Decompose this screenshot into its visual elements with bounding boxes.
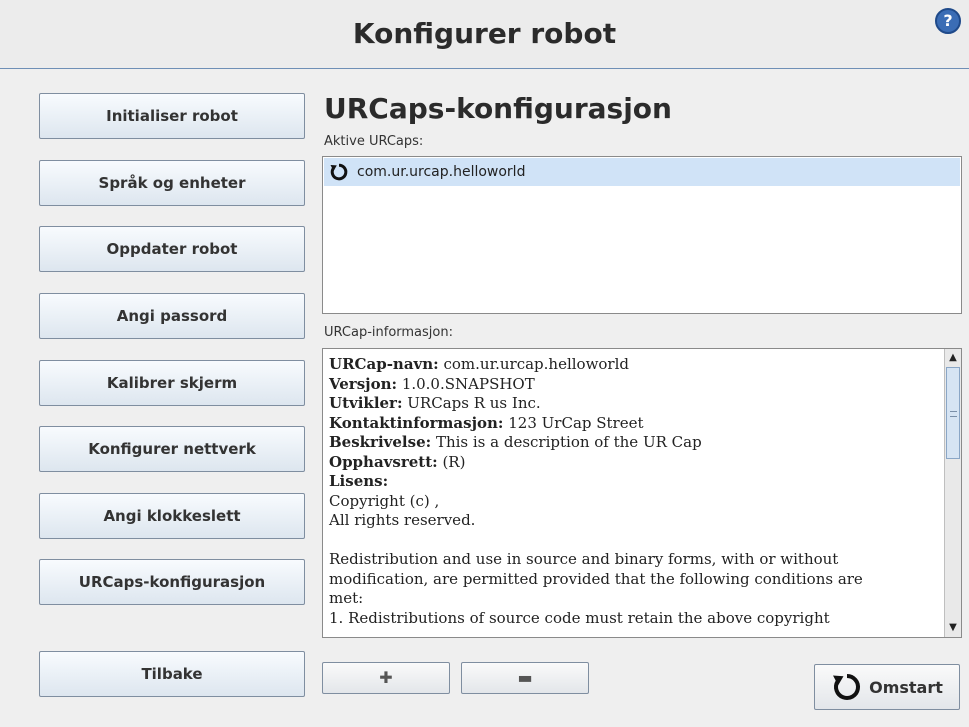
minus-icon: ▬: [517, 668, 533, 687]
info-copyright-row: Opphavsrett: (R): [329, 452, 466, 471]
info-version-row: Versjon: 1.0.0.SNAPSHOT: [329, 374, 535, 393]
update-robot-button[interactable]: Oppdater robot: [39, 226, 305, 272]
add-urcap-button[interactable]: ✚: [322, 662, 450, 694]
urcaps-config-button[interactable]: URCaps-konfigurasjon: [39, 559, 305, 605]
license-line: All rights reserved.: [329, 511, 476, 529]
scroll-thumb[interactable]: [946, 367, 960, 459]
urcap-info-box[interactable]: URCap-navn: com.ur.urcap.helloworld Vers…: [322, 348, 962, 638]
info-scrollbar[interactable]: ▲ ▼: [944, 349, 961, 637]
info-description-row: Beskrivelse: This is a description of th…: [329, 433, 702, 451]
active-urcaps-label: Aktive URCaps:: [324, 134, 424, 149]
set-password-button[interactable]: Angi passord: [39, 293, 305, 339]
info-license-row: Lisens:: [329, 472, 389, 490]
initialize-robot-button[interactable]: Initialiser robot: [39, 93, 305, 139]
refresh-icon: [330, 163, 348, 181]
info-name-row: URCap-navn: com.ur.urcap.helloworld: [329, 355, 630, 373]
license-line: met:: [329, 589, 364, 607]
active-urcaps-list[interactable]: com.ur.urcap.helloworld: [322, 156, 962, 314]
scroll-down-icon[interactable]: ▼: [946, 620, 960, 636]
language-units-button[interactable]: Språk og enheter: [39, 160, 305, 206]
urcap-info-label: URCap-informasjon:: [324, 325, 453, 340]
section-title: URCaps-konfigurasjon: [324, 92, 672, 125]
back-button[interactable]: Tilbake: [39, 651, 305, 697]
license-line: modification, are permitted provided tha…: [329, 569, 863, 588]
configure-network-button[interactable]: Konfigurer nettverk: [39, 426, 305, 472]
license-line: Redistribution and use in source and bin…: [329, 550, 839, 568]
help-icon[interactable]: ?: [935, 8, 961, 34]
urcap-name: com.ur.urcap.helloworld: [357, 164, 526, 180]
calibrate-screen-button[interactable]: Kalibrer skjerm: [39, 360, 305, 406]
remove-urcap-button[interactable]: ▬: [461, 662, 589, 694]
header-bar: Konfigurer robot ?: [0, 0, 969, 69]
list-item[interactable]: com.ur.urcap.helloworld: [324, 158, 960, 186]
restart-button[interactable]: Omstart: [814, 664, 960, 710]
page-title: Konfigurer robot: [352, 17, 617, 50]
info-contact-row: Kontaktinformasjon: 123 UrCap Street: [329, 413, 644, 432]
urcap-info-text: URCap-navn: com.ur.urcap.helloworld Vers…: [329, 355, 939, 628]
plus-icon: ✚: [379, 668, 393, 687]
restart-label: Omstart: [869, 677, 943, 697]
license-line: Copyright (c) ,: [329, 491, 440, 510]
info-developer-row: Utvikler: URCaps R us Inc.: [329, 394, 541, 412]
license-line: [329, 531, 939, 551]
scroll-up-icon[interactable]: ▲: [946, 350, 960, 366]
restart-icon: [833, 674, 861, 700]
set-time-button[interactable]: Angi klokkeslett: [39, 493, 305, 539]
license-line: 1. Redistributions of source code must r…: [329, 608, 830, 627]
